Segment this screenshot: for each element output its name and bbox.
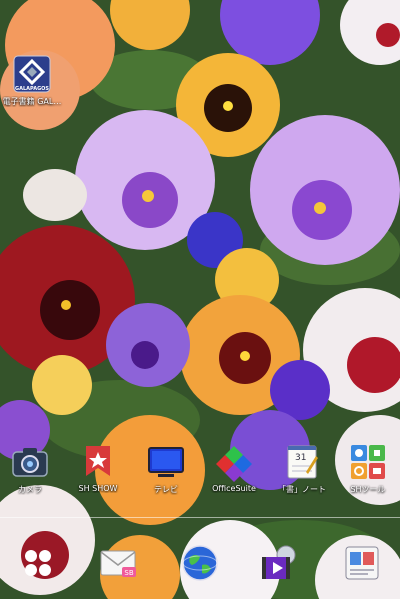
pansy-lilac-right [250,115,400,265]
app-label: SHツール [350,485,386,494]
svg-text:SB: SB [124,569,133,577]
shortcut-ebook-galapagos[interactable]: GALAPAGOS 電子書籍 GAL… [0,54,66,107]
contacts-icon [345,546,379,580]
dock-divider [0,517,400,518]
mail-icon: SB [100,550,136,577]
browser-globe-icon [182,545,218,581]
dock-app-drawer[interactable] [4,543,72,583]
note-icon: 31 [287,445,318,479]
app-camera[interactable]: カメラ [0,442,64,495]
dock-mail[interactable]: SB [84,543,152,583]
svg-text:31: 31 [295,453,306,463]
app-drawer-icon [25,550,51,576]
camera-icon [12,448,48,477]
app-tv[interactable]: テレビ [132,442,200,495]
galapagos-icon: GALAPAGOS [13,55,51,93]
dock-browser[interactable] [166,543,234,583]
media-player-icon [262,545,296,579]
officesuite-icon [216,446,252,482]
app-label: 「書」ノート [278,485,326,494]
svg-text:GALAPAGOS: GALAPAGOS [15,86,49,92]
tv-icon [148,447,184,477]
dock-media-player[interactable] [244,543,312,583]
pansy-purple-middle [106,303,190,387]
app-label: テレビ [154,485,178,494]
app-label: SH SHOW [78,484,118,493]
app-label: カメラ [18,485,42,494]
sh-tools-icon [351,445,385,479]
app-sh-tools[interactable]: SHツール [334,442,400,495]
app-note[interactable]: 31 「書」ノート [268,442,336,495]
dock-contacts[interactable] [328,543,396,583]
shortcut-label: 電子書籍 GAL… [2,97,62,106]
app-officesuite[interactable]: OfficeSuite [200,442,268,493]
app-sh-show[interactable]: SH SHOW [64,442,132,493]
sh-show-icon [86,446,110,476]
app-label: OfficeSuite [212,484,256,493]
